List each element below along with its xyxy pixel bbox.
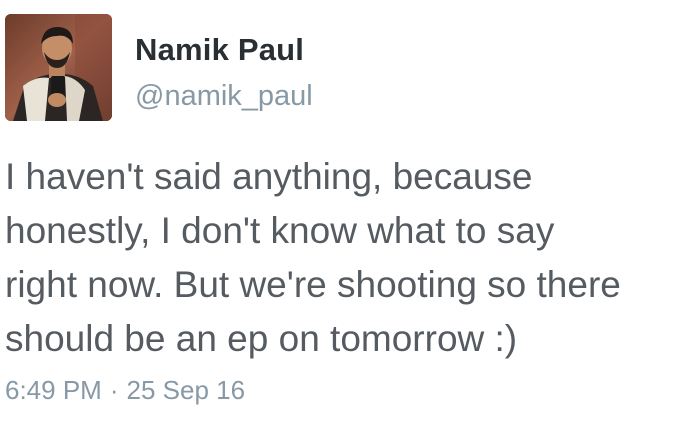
user-photo-avatar-icon	[5, 14, 112, 121]
tweet-timestamp[interactable]: 6:49 PM · 25 Sep 16	[5, 374, 245, 406]
tweet-date: 25 Sep 16	[126, 375, 246, 405]
author-handle[interactable]: @namik_paul	[135, 79, 313, 113]
author-display-name[interactable]: Namik Paul	[135, 32, 313, 68]
avatar[interactable]	[5, 14, 112, 121]
tweet-time: 6:49 PM	[5, 375, 102, 405]
tweet-card: Namik Paul @namik_paul I haven't said an…	[0, 0, 692, 432]
tweet-text: I haven't said anything, because honestl…	[5, 156, 621, 359]
tweet-header: Namik Paul @namik_paul	[5, 14, 313, 121]
author-names: Namik Paul @namik_paul	[135, 14, 313, 113]
meta-separator: ·	[109, 375, 119, 405]
